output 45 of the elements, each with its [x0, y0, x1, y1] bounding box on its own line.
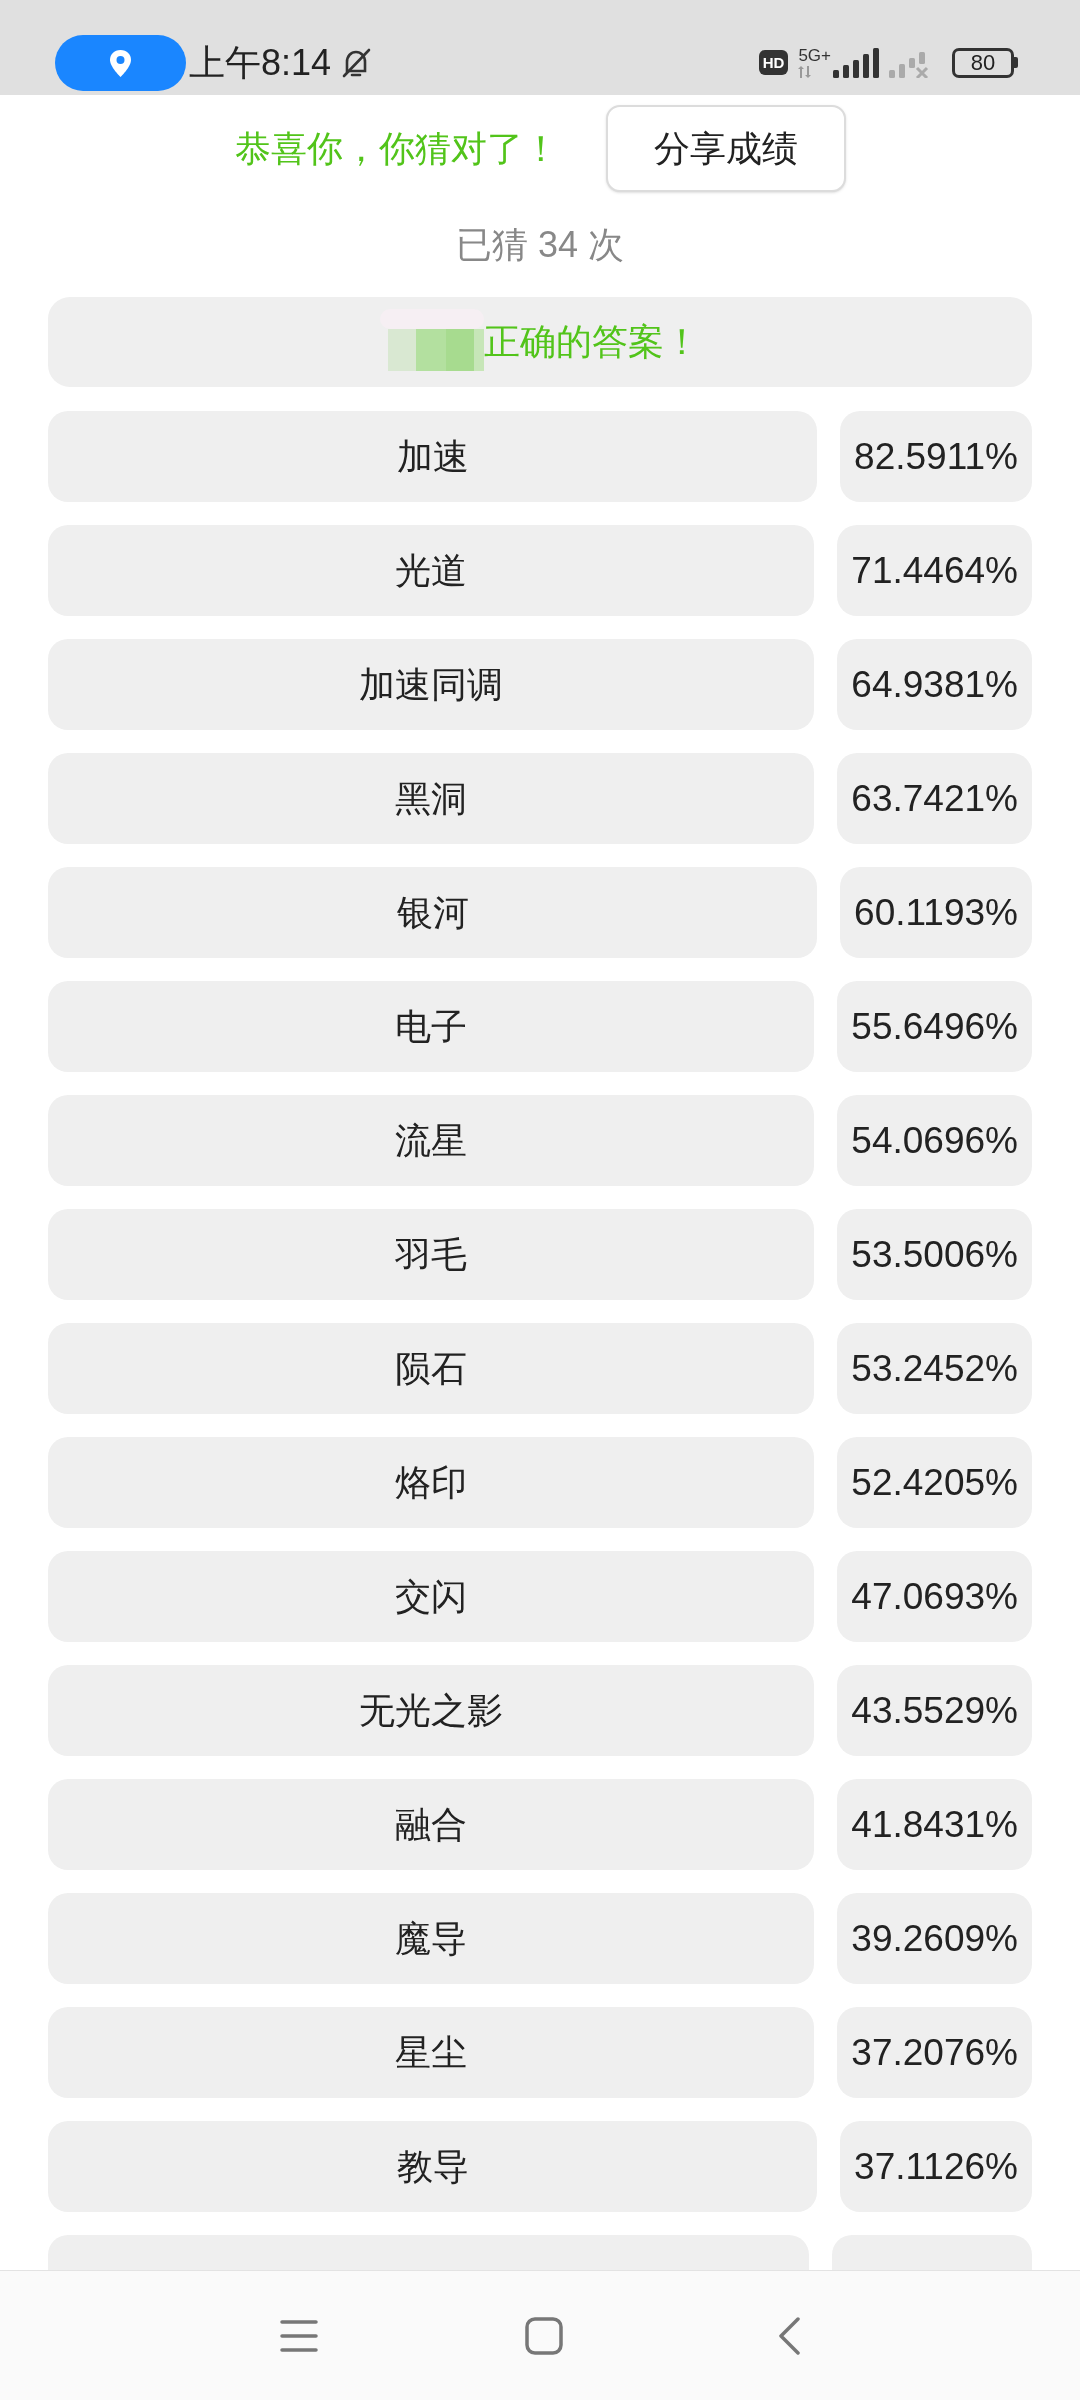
similarity-score: 55.6496% [837, 981, 1032, 1072]
network-type: 5G+ [798, 47, 831, 64]
similarity-score: 52.4205% [837, 1437, 1032, 1528]
guess-word: 融合 [48, 1779, 815, 1870]
guess-count: 已猜 34 次 [455, 223, 624, 267]
back-icon[interactable] [778, 2316, 800, 2355]
guess-word: 黑洞 [48, 753, 815, 844]
similarity-score: 47.0693% [837, 1551, 1032, 1642]
hd-badge: HD [758, 50, 789, 75]
guess-word: 电子 [48, 981, 815, 1072]
guess-word: 魔导 [48, 1893, 815, 1984]
guess-word: 流星 [48, 1095, 815, 1186]
similarity-score: 53.5006% [837, 1209, 1032, 1300]
guess-word: 光道 [48, 525, 815, 616]
answer-text: 正确的答案！ [484, 324, 700, 360]
share-results-button[interactable]: 分享成绩 [605, 105, 846, 192]
similarity-score: 41.8431% [837, 1779, 1032, 1870]
guess-word: 无光之影 [48, 1665, 815, 1756]
menu-icon[interactable] [280, 2318, 318, 2353]
signal-icon [833, 48, 879, 78]
similarity-score: 71.4464% [837, 525, 1032, 616]
similarity-score: 63.7421% [837, 753, 1032, 844]
status-time: 上午8:14 [189, 44, 332, 81]
similarity-score: 37.1126% [840, 2121, 1032, 2212]
guess-word: 羽毛 [48, 1209, 815, 1300]
guess-word: 加速同调 [48, 639, 815, 730]
success-message: 恭喜你，你猜对了！ [234, 130, 559, 167]
similarity-score: 53.2452% [837, 1323, 1032, 1414]
similarity-score: 37.2076% [837, 2007, 1032, 2098]
similarity-score: 82.5911% [840, 411, 1032, 502]
guess-word: 交闪 [48, 1551, 815, 1642]
guess-word: 陨石 [48, 1323, 815, 1414]
guess-word: 烙印 [48, 1437, 815, 1528]
data-arrows-icon [798, 66, 813, 78]
similarity-score: 39.2609% [837, 1893, 1032, 1984]
similarity-score: 43.5529% [837, 1665, 1032, 1756]
similarity-score: 64.9381% [837, 639, 1032, 730]
similarity-score: 54.0696% [837, 1095, 1032, 1186]
guess-word: 教导 [48, 2121, 818, 2212]
guess-word: 星尘 [48, 2007, 815, 2098]
battery-indicator: 80 [952, 47, 1018, 78]
similarity-score: 60.1193% [840, 867, 1032, 958]
guess-word: 加速 [48, 411, 818, 502]
guess-word: 银河 [48, 867, 818, 958]
home-icon[interactable] [525, 2316, 563, 2355]
